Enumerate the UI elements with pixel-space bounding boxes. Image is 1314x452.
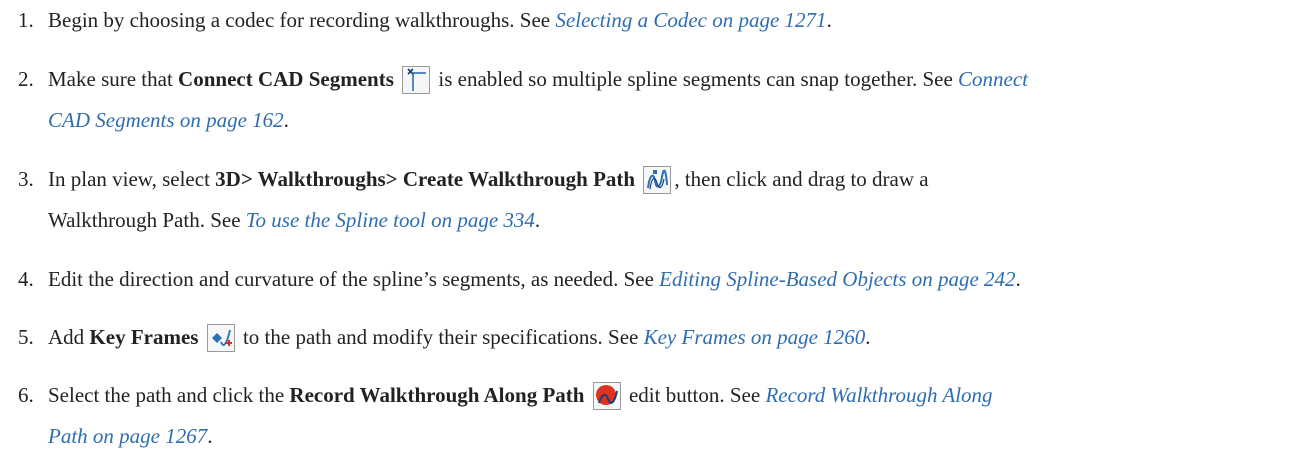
step-text-segment: Begin by choosing a codec for recording … — [48, 8, 556, 32]
step-text-segment: Select the path and click the — [48, 383, 290, 407]
step-text-segment: , then click and drag to draw a — [674, 167, 929, 191]
cross-reference-link[interactable]: CAD Segments on page 162 — [48, 108, 284, 132]
menu-path: 3D> Walkthroughs> Create Walkthrough Pat… — [215, 167, 636, 191]
step-text-segment: Edit the direction and curvature of the … — [48, 267, 660, 291]
step-text-segment: Add — [48, 325, 90, 349]
step-number: 5. — [18, 325, 34, 349]
step-text-segment: Walkthrough Path. See — [48, 208, 246, 232]
step-text-segment: Make sure that — [48, 67, 179, 91]
step-text-segment: . — [207, 424, 213, 448]
key-frames-icon — [206, 324, 235, 352]
step-text: Select the path and click the Record Wal… — [48, 381, 1308, 450]
step-number: 1. — [18, 8, 34, 32]
cross-reference-link[interactable]: Connect — [958, 67, 1028, 91]
step-text: Add Key Frames to the path and modify th… — [48, 323, 1308, 352]
step-text: In plan view, select 3D> Walkthroughs> C… — [48, 165, 1308, 234]
create-walkthrough-path-icon — [643, 166, 672, 194]
record-walkthrough-icon — [592, 382, 621, 410]
tool-name: Key Frames — [89, 325, 199, 349]
step-text: Begin by choosing a codec for recording … — [48, 6, 1308, 34]
step-text-segment: edit button. See — [623, 383, 766, 407]
cross-reference-link[interactable]: Key Frames on page 1260 — [644, 325, 866, 349]
step-text: Make sure that Connect CAD Segments is e… — [48, 65, 1308, 134]
cross-reference-link[interactable]: To use the Spline tool on page 334 — [246, 208, 535, 232]
step-text: Edit the direction and curvature of the … — [48, 265, 1308, 293]
step-text-segment: to the path and modify their specificati… — [237, 325, 644, 349]
tool-name: Connect CAD Segments — [178, 67, 394, 91]
step-text-segment: . — [534, 208, 541, 232]
step-text-segment: . — [865, 325, 871, 349]
cross-reference-link[interactable]: Record Walkthrough Along — [765, 383, 992, 407]
step-text-segment: . — [283, 108, 289, 132]
tool-name: Record Walkthrough Along Path — [289, 383, 585, 407]
cross-reference-link[interactable]: Path on page 1267 — [48, 424, 207, 448]
step-text-segment: . — [1015, 267, 1021, 291]
connect-cad-segments-icon — [402, 66, 431, 94]
step-number: 6. — [18, 383, 34, 407]
step-text-segment: . — [826, 8, 832, 32]
step-number: 3. — [18, 167, 34, 191]
cross-reference-link[interactable]: Editing Spline-Based Objects on page 242 — [659, 267, 1015, 291]
step-text-segment: is enabled so multiple spline segments c… — [433, 67, 959, 91]
step-number: 4. — [18, 267, 34, 291]
cross-reference-link[interactable]: Selecting a Codec on page 1271 — [555, 8, 826, 32]
step-number: 2. — [18, 67, 34, 91]
step-text-segment: In plan view, select — [48, 167, 216, 191]
